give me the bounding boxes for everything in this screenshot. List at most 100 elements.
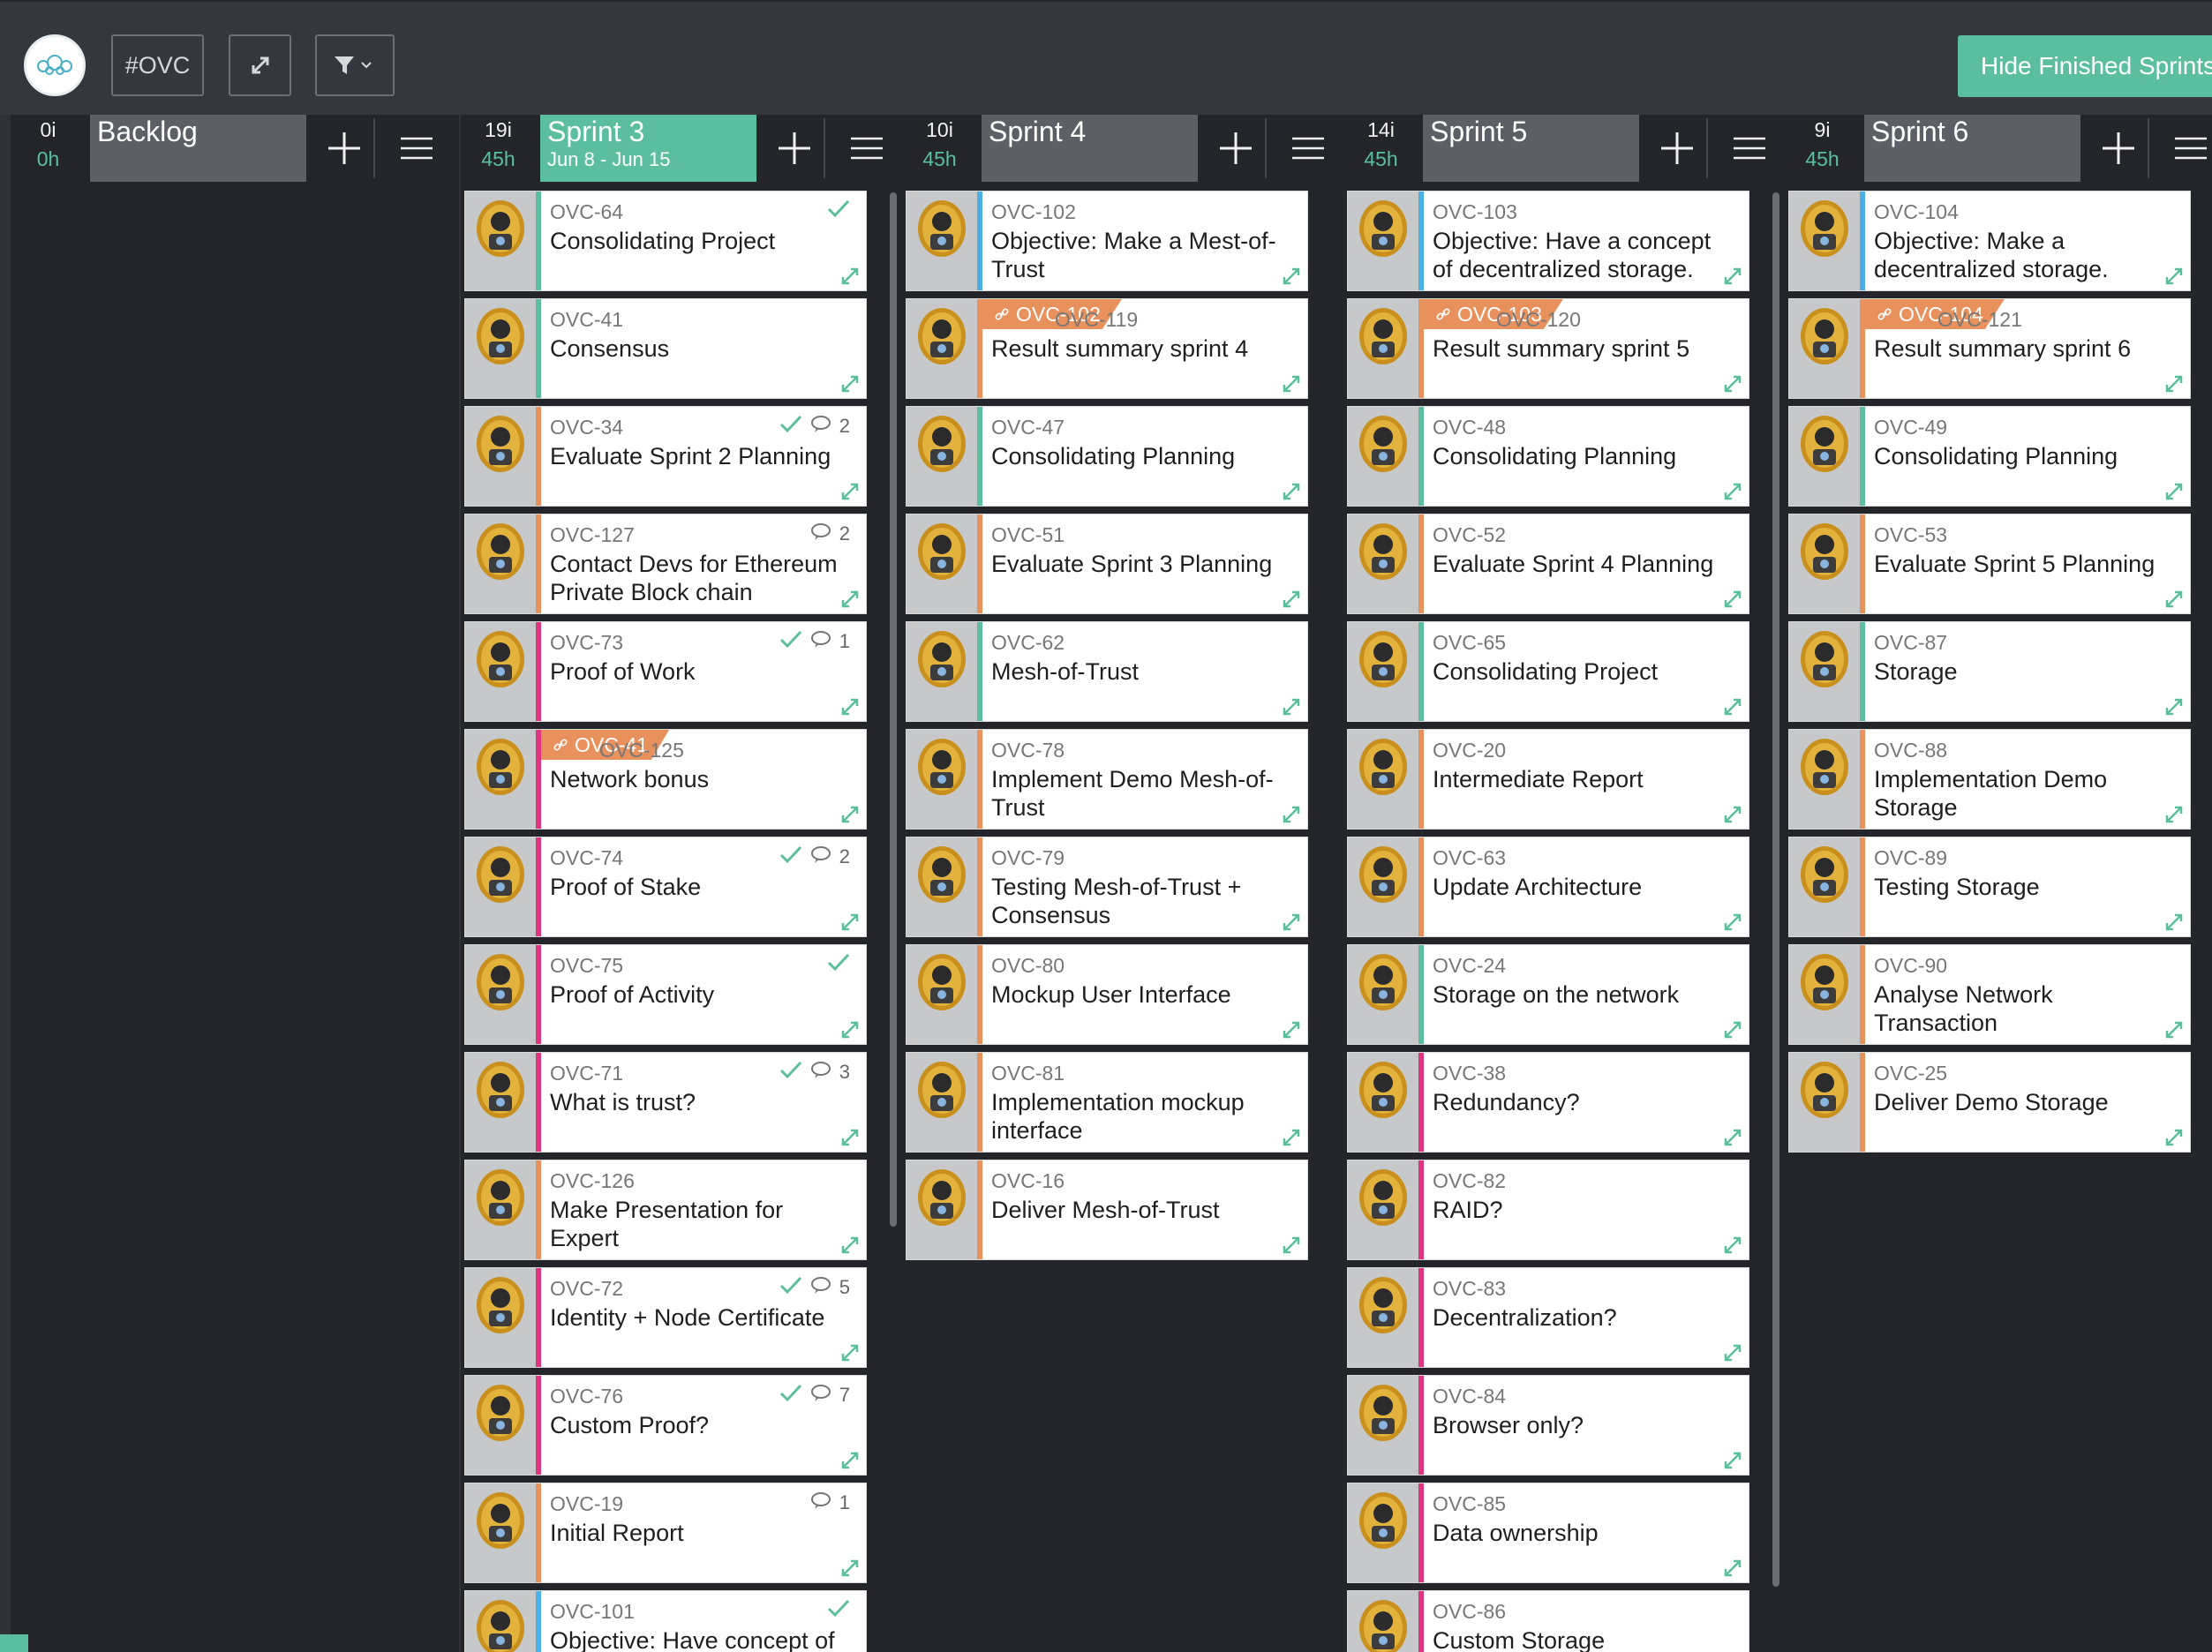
expand-card-icon[interactable] xyxy=(839,481,861,502)
expand-card-icon[interactable] xyxy=(1281,696,1302,717)
filter-button[interactable] xyxy=(315,34,395,96)
expand-card-icon[interactable] xyxy=(839,912,861,933)
issue-card[interactable]: OVC-127 Contact Devs for Ethereum Private… xyxy=(464,514,867,614)
expand-card-icon[interactable] xyxy=(2163,481,2185,502)
issue-card[interactable]: OVC-82 RAID? xyxy=(1347,1160,1749,1260)
issue-card[interactable]: OVC-24 Storage on the network xyxy=(1347,944,1749,1045)
expand-card-icon[interactable] xyxy=(839,1450,861,1471)
expand-card-icon[interactable] xyxy=(2163,266,2185,287)
issue-card[interactable]: OVC-51 Evaluate Sprint 3 Planning xyxy=(906,514,1308,614)
expand-card-icon[interactable] xyxy=(839,1019,861,1040)
issue-card[interactable]: OVC-104 OVC-121 Result summary sprint 6 xyxy=(1788,298,2191,399)
issue-card[interactable]: OVC-86 Custom Storage xyxy=(1347,1590,1749,1652)
issue-card[interactable]: OVC-81 Implementation mockup interface xyxy=(906,1052,1308,1153)
issue-card[interactable]: OVC-20 Intermediate Report xyxy=(1347,729,1749,830)
issue-card[interactable]: OVC-79 Testing Mesh-of-Trust + Consensus xyxy=(906,837,1308,937)
issue-card[interactable]: OVC-38 Redundancy? xyxy=(1347,1052,1749,1153)
expand-card-icon[interactable] xyxy=(1722,1127,1743,1148)
expand-card-icon[interactable] xyxy=(2163,804,2185,825)
issue-card[interactable]: OVC-83 Decentralization? xyxy=(1347,1267,1749,1368)
expand-card-icon[interactable] xyxy=(1722,1235,1743,1256)
issue-card[interactable]: OVC-80 Mockup User Interface xyxy=(906,944,1308,1045)
hide-finished-sprints-button[interactable]: Hide Finished Sprints xyxy=(1958,35,2212,97)
column-title[interactable]: Sprint 3 Jun 8 - Jun 15 xyxy=(540,115,756,182)
expand-card-icon[interactable] xyxy=(1281,1127,1302,1148)
column-menu-button[interactable] xyxy=(2156,118,2212,178)
issue-card[interactable]: OVC-63 Update Architecture xyxy=(1347,837,1749,937)
expand-card-icon[interactable] xyxy=(1722,373,1743,394)
expand-card-icon[interactable] xyxy=(1281,912,1302,933)
issue-card[interactable]: OVC-62 Mesh-of-Trust xyxy=(906,621,1308,722)
expand-card-icon[interactable] xyxy=(2163,696,2185,717)
column-menu-button[interactable] xyxy=(831,118,902,178)
add-card-button[interactable] xyxy=(315,118,375,178)
expand-card-icon[interactable] xyxy=(1281,266,1302,287)
issue-card[interactable]: OVC-84 Browser only? xyxy=(1347,1375,1749,1476)
project-button[interactable]: #OVC xyxy=(111,34,204,96)
expand-card-icon[interactable] xyxy=(839,266,861,287)
issue-card[interactable]: OVC-41 Consensus xyxy=(464,298,867,399)
issue-card[interactable]: OVC-19 Initial Report 1 xyxy=(464,1483,867,1583)
expand-card-icon[interactable] xyxy=(1281,373,1302,394)
expand-card-icon[interactable] xyxy=(2163,1127,2185,1148)
expand-card-icon[interactable] xyxy=(1722,696,1743,717)
column-menu-button[interactable] xyxy=(1273,118,1343,178)
expand-card-icon[interactable] xyxy=(1722,589,1743,610)
fullscreen-button[interactable] xyxy=(229,34,291,96)
issue-card[interactable]: OVC-25 Deliver Demo Storage xyxy=(1788,1052,2191,1153)
issue-card[interactable]: OVC-90 Analyse Network Transaction xyxy=(1788,944,2191,1045)
column-title[interactable]: Sprint 4 xyxy=(982,115,1198,182)
expand-card-icon[interactable] xyxy=(1722,1450,1743,1471)
expand-card-icon[interactable] xyxy=(839,373,861,394)
expand-card-icon[interactable] xyxy=(1281,589,1302,610)
column-menu-button[interactable] xyxy=(1714,118,1785,178)
issue-card[interactable]: OVC-52 Evaluate Sprint 4 Planning xyxy=(1347,514,1749,614)
issue-card[interactable]: OVC-71 What is trust? 3 xyxy=(464,1052,867,1153)
issue-card[interactable]: OVC-41 OVC-125 Network bonus xyxy=(464,729,867,830)
issue-card[interactable]: OVC-72 Identity + Node Certificate 5 xyxy=(464,1267,867,1368)
expand-card-icon[interactable] xyxy=(1722,1019,1743,1040)
expand-card-icon[interactable] xyxy=(1722,481,1743,502)
issue-card[interactable]: OVC-88 Implementation Demo Storage xyxy=(1788,729,2191,830)
issue-card[interactable]: OVC-47 Consolidating Planning xyxy=(906,406,1308,507)
expand-card-icon[interactable] xyxy=(1722,912,1743,933)
issue-card[interactable]: OVC-87 Storage xyxy=(1788,621,2191,722)
expand-card-icon[interactable] xyxy=(839,804,861,825)
add-card-button[interactable] xyxy=(1648,118,1708,178)
expand-card-icon[interactable] xyxy=(2163,912,2185,933)
issue-card[interactable]: OVC-49 Consolidating Planning xyxy=(1788,406,2191,507)
expand-card-icon[interactable] xyxy=(839,1342,861,1363)
issue-card[interactable]: OVC-76 Custom Proof? 7 xyxy=(464,1375,867,1476)
issue-card[interactable]: OVC-126 Make Presentation for Expert xyxy=(464,1160,867,1260)
expand-card-icon[interactable] xyxy=(1722,1342,1743,1363)
issue-card[interactable]: OVC-34 Evaluate Sprint 2 Planning 2 xyxy=(464,406,867,507)
issue-card[interactable]: OVC-101 Objective: Have concept of xyxy=(464,1590,867,1652)
column-scrollbar[interactable] xyxy=(1772,192,1779,1587)
issue-card[interactable]: OVC-64 Consolidating Project xyxy=(464,191,867,291)
column-title[interactable]: Sprint 5 xyxy=(1423,115,1639,182)
expand-card-icon[interactable] xyxy=(2163,589,2185,610)
add-card-button[interactable] xyxy=(1207,118,1267,178)
issue-card[interactable]: OVC-103 Objective: Have a concept of dece… xyxy=(1347,191,1749,291)
column-title[interactable]: Backlog xyxy=(90,115,306,182)
issue-card[interactable]: OVC-74 Proof of Stake 2 xyxy=(464,837,867,937)
issue-card[interactable]: OVC-103 OVC-120 Result summary sprint 5 xyxy=(1347,298,1749,399)
expand-card-icon[interactable] xyxy=(1281,1019,1302,1040)
expand-card-icon[interactable] xyxy=(839,589,861,610)
column-menu-button[interactable] xyxy=(381,118,452,178)
expand-card-icon[interactable] xyxy=(2163,373,2185,394)
issue-card[interactable]: OVC-78 Implement Demo Mesh-of-Trust xyxy=(906,729,1308,830)
expand-card-icon[interactable] xyxy=(1281,481,1302,502)
issue-card[interactable]: OVC-73 Proof of Work 1 xyxy=(464,621,867,722)
issue-card[interactable]: OVC-48 Consolidating Planning xyxy=(1347,406,1749,507)
expand-card-icon[interactable] xyxy=(1722,1558,1743,1579)
issue-card[interactable]: OVC-89 Testing Storage xyxy=(1788,837,2191,937)
expand-card-icon[interactable] xyxy=(1722,804,1743,825)
column-title[interactable]: Sprint 6 xyxy=(1864,115,2080,182)
issue-card[interactable]: OVC-85 Data ownership xyxy=(1347,1483,1749,1583)
issue-card[interactable]: OVC-104 Objective: Make a decentralized s… xyxy=(1788,191,2191,291)
expand-card-icon[interactable] xyxy=(839,696,861,717)
issue-card[interactable]: OVC-16 Deliver Mesh-of-Trust xyxy=(906,1160,1308,1260)
expand-card-icon[interactable] xyxy=(839,1127,861,1148)
issue-card[interactable]: OVC-65 Consolidating Project xyxy=(1347,621,1749,722)
